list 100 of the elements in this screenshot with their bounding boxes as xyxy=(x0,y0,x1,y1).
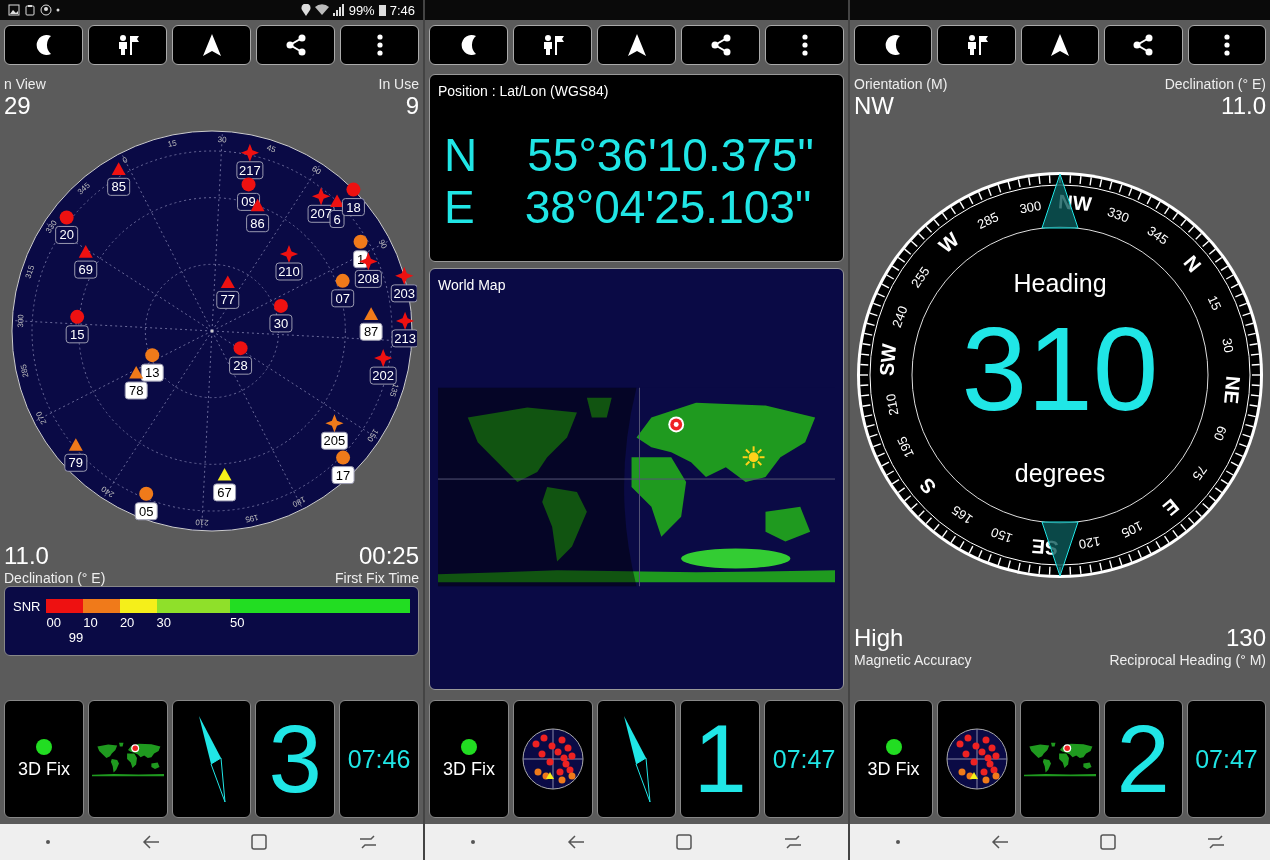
satellite-label: 07 xyxy=(330,289,354,308)
dial-label: 165 xyxy=(949,502,976,528)
widget-tile[interactable] xyxy=(87,700,168,818)
satellite-label: 202 xyxy=(369,366,397,385)
recent-apps-icon xyxy=(784,835,803,849)
satellite-label: 79 xyxy=(63,453,87,472)
azimuth-label: 315 xyxy=(23,264,36,280)
azimuth-label: 270 xyxy=(33,409,48,426)
widget-tile[interactable]: 07:47 xyxy=(764,700,844,818)
satellite-label: 15 xyxy=(65,325,89,344)
fix-indicator-icon xyxy=(460,738,477,755)
hemisphere: N xyxy=(444,129,478,181)
snr-title: SNR xyxy=(13,599,41,614)
dial-label: SE xyxy=(1030,535,1060,560)
more-button[interactable] xyxy=(340,25,419,65)
azimuth-label: 15 xyxy=(166,138,177,149)
widget-tile[interactable]: 07:47 xyxy=(1186,700,1266,818)
dial-label: 150 xyxy=(988,524,1015,546)
person-flag-button[interactable] xyxy=(937,25,1016,65)
panel-title: Position : Lat/Lon (WGS84) xyxy=(438,83,610,99)
stat-value: 9 xyxy=(405,92,419,120)
navigation-arrow-icon xyxy=(1050,33,1070,57)
dial-label: 240 xyxy=(889,303,911,330)
widget-tile[interactable] xyxy=(937,700,1017,818)
azimuth-label: 240 xyxy=(99,484,116,499)
dial-label: N xyxy=(1179,251,1206,277)
more-button[interactable] xyxy=(1187,25,1267,65)
dial-label: 210 xyxy=(882,392,902,417)
person-flag-button[interactable] xyxy=(88,25,167,65)
navigation-button[interactable] xyxy=(172,25,251,65)
stat-label: In Use xyxy=(378,76,419,92)
coordinate-value: 55°36'10.375" xyxy=(527,129,814,181)
night-mode-button[interactable] xyxy=(854,25,933,65)
person-flag-button[interactable] xyxy=(513,25,592,65)
stat-value: 00:25 xyxy=(358,542,419,570)
satellite-label: 217 xyxy=(235,161,263,180)
hemisphere: E xyxy=(444,181,475,233)
satellite-label: 67 xyxy=(212,483,236,502)
azimuth-label: 180 xyxy=(290,494,307,509)
recent-apps-icon xyxy=(359,835,378,849)
azimuth-label: 135 xyxy=(387,382,400,398)
snr-tick-label: 00 xyxy=(46,615,62,630)
dial-label: 285 xyxy=(974,209,1001,232)
signal-icon xyxy=(332,4,345,16)
moon-icon xyxy=(460,34,477,56)
widget-tile[interactable]: 3D Fix xyxy=(4,700,84,818)
back-icon xyxy=(141,835,160,849)
screen-number: 2 xyxy=(1116,711,1170,807)
navigation-button[interactable] xyxy=(597,25,676,65)
night-mode-button[interactable] xyxy=(4,25,83,65)
satellite-label: 208 xyxy=(354,269,382,288)
widget-tile[interactable] xyxy=(1020,700,1100,818)
share-button[interactable] xyxy=(256,25,335,65)
dial-label: SW xyxy=(875,342,900,377)
share-icon xyxy=(709,34,732,56)
navigation-button[interactable] xyxy=(1020,25,1100,65)
fix-status: 3D Fix xyxy=(17,758,70,780)
dial-label: NW xyxy=(1057,190,1093,216)
fix-status: 3D Fix xyxy=(867,758,920,780)
widget-tile[interactable]: 3D Fix xyxy=(429,700,509,818)
widget-tile[interactable]: 07:46 xyxy=(339,700,419,818)
account-icon xyxy=(40,4,52,16)
widget-tile[interactable] xyxy=(512,700,593,818)
stat-label: First Fix Time xyxy=(335,570,419,586)
widget-tile[interactable]: 3D Fix xyxy=(854,700,934,818)
home-icon xyxy=(251,834,268,850)
more-icon xyxy=(376,34,383,56)
night-mode-button[interactable] xyxy=(429,25,508,65)
fix-indicator-icon xyxy=(35,738,52,755)
clock-time: 07:47 xyxy=(772,744,836,774)
center-dot xyxy=(210,329,213,333)
battery-level: 99% xyxy=(348,2,375,18)
azimuth-label: 0 xyxy=(120,155,129,166)
dial-label: 300 xyxy=(1018,197,1043,217)
sky-plot-thumbnail xyxy=(945,728,1008,790)
stat-value: High xyxy=(854,624,905,652)
battery-icon xyxy=(378,4,386,16)
widget-tile[interactable]: 3 xyxy=(255,700,336,818)
satellite-label: 205 xyxy=(320,431,348,450)
fix-indicator-icon xyxy=(885,738,902,755)
clock-time: 07:47 xyxy=(1195,744,1258,774)
more-button[interactable] xyxy=(765,25,844,65)
widget-tile[interactable]: 2 xyxy=(1103,700,1183,818)
azimuth-label: 90 xyxy=(376,238,389,251)
widget-tile[interactable] xyxy=(596,700,677,818)
dial-label: 195 xyxy=(894,434,917,461)
clipboard-icon xyxy=(24,4,36,16)
dial-label: W xyxy=(934,228,964,257)
dial-label: 30 xyxy=(1219,336,1237,354)
satellite-label: 86 xyxy=(245,214,269,233)
share-button[interactable] xyxy=(681,25,760,65)
back-icon xyxy=(566,835,585,849)
share-button[interactable] xyxy=(1104,25,1183,65)
satellite-label: 05 xyxy=(134,502,158,521)
dial-label: 345 xyxy=(1144,222,1171,248)
stat-value: 29 xyxy=(4,92,32,120)
stat-value: NW xyxy=(854,92,895,120)
stat-value: 11.0 xyxy=(4,542,50,570)
widget-tile[interactable]: 1 xyxy=(680,700,761,818)
widget-tile[interactable] xyxy=(171,700,252,818)
